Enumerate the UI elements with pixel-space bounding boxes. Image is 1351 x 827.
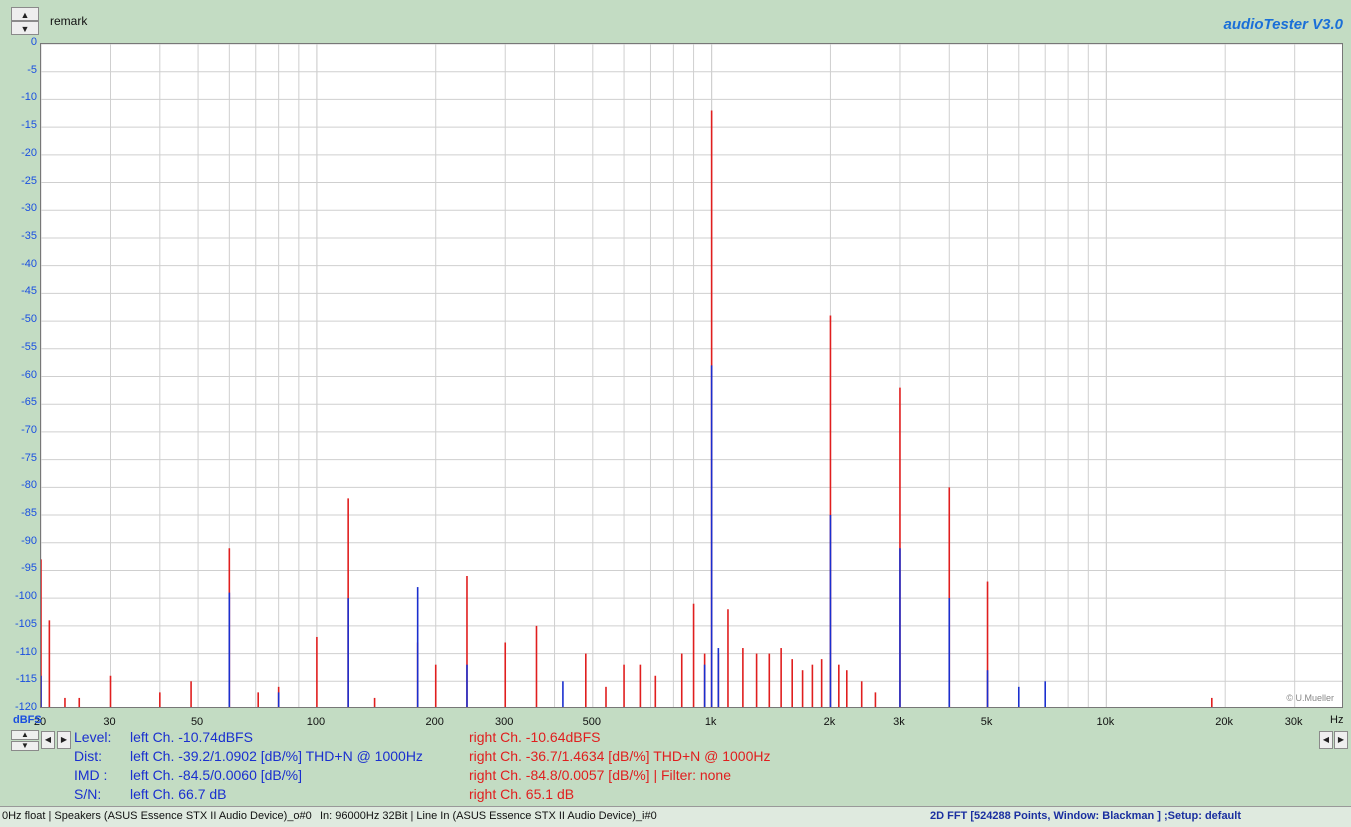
x-tick-label: 50 [190,716,204,728]
info-up-button[interactable]: ▲ [11,730,39,740]
scroll-left-button-right[interactable]: ◀ [1319,731,1333,749]
dist-right-value: right Ch. -36.7/1.4634 [dB/%] THD+N @ 10… [469,748,771,764]
y-tick-label: -20 [21,146,37,159]
copyright-label: © U.Mueller [1286,693,1334,703]
y-tick-label: 0 [30,36,37,48]
scroll-right-button-right[interactable]: ▶ [1334,731,1348,749]
level-right-value: right Ch. -10.64dBFS [469,729,601,745]
remark-label[interactable]: remark [50,14,87,28]
x-tick-label: 20k [1215,716,1234,728]
x-axis-unit: Hz [1330,714,1344,726]
y-tick-label: -115 [15,673,37,686]
y-tick-label: -15 [21,119,37,132]
imd-right-value: right Ch. -84.8/0.0057 [dB/%] | Filter: … [469,767,732,783]
dist-label: Dist: [74,748,102,764]
level-left-value: left Ch. -10.74dBFS [130,729,253,745]
sn-left-value: left Ch. 66.7 dB [130,786,227,802]
x-tick-label: 2k [823,716,836,728]
x-tick-label: 200 [425,716,444,728]
y-tick-label: -35 [21,229,37,242]
y-tick-label: -110 [15,645,37,658]
dist-left-value: left Ch. -39.2/1.0902 [dB/%] THD+N @ 100… [130,748,423,764]
top-bar: ▲ ▼ remark audioTester V3.0 [0,0,1351,40]
fft-plot[interactable]: © U.Mueller [40,43,1343,708]
remark-down-button[interactable]: ▼ [11,21,39,35]
fft-chart-svg [41,44,1342,707]
status-output: 0Hz float | Speakers (ASUS Essence STX I… [2,810,312,822]
x-tick-label: 100 [306,716,326,728]
x-tick-label: 3k [893,716,905,728]
y-tick-label: -10 [21,91,37,104]
scroll-left-button[interactable]: ◀ [41,731,55,749]
level-label: Level: [74,729,112,745]
y-tick-label: -5 [27,63,37,76]
y-tick-label: -45 [21,285,37,298]
imd-left-value: left Ch. -84.5/0.0060 [dB/%] [130,767,302,783]
y-tick-label: -85 [21,507,37,520]
status-fft: 2D FFT [524288 Points, Window: Blackman … [930,810,1241,822]
y-tick-label: -70 [21,423,37,436]
scroll-right-button[interactable]: ▶ [57,731,71,749]
y-tick-label: -120 [14,701,37,713]
y-tick-label: -105 [14,617,37,630]
y-tick-label: -75 [21,451,37,464]
y-tick-label: -80 [21,479,37,492]
y-tick-label: -25 [21,174,37,187]
x-tick-label: 10k [1096,716,1115,728]
y-tick-label: -50 [21,313,37,326]
remark-up-button[interactable]: ▲ [11,7,39,21]
x-tick-label: 300 [495,716,514,728]
y-tick-label: -30 [21,202,37,215]
y-tick-label: -90 [21,534,37,547]
y-tick-label: -95 [21,562,37,575]
info-down-button[interactable]: ▼ [11,741,39,751]
x-tick-label: 1k [704,716,717,728]
y-tick-label: -55 [21,340,37,353]
x-tick-label: 5k [980,716,993,728]
y-tick-label: -60 [21,368,37,381]
y-tick-label: -65 [21,396,37,409]
y-tick-label: -100 [14,590,37,603]
status-input: In: 96000Hz 32Bit | Line In (ASUS Essenc… [320,810,657,822]
sn-label: S/N: [74,786,102,802]
x-tick-label: 30k [1284,716,1303,728]
app-brand: audioTester V3.0 [1223,16,1344,33]
y-axis-unit: dBFS [13,714,42,726]
y-tick-label: -40 [21,257,37,270]
x-tick-label: 500 [582,716,601,728]
sn-right-value: right Ch. 65.1 dB [469,786,575,802]
imd-label: IMD : [74,767,108,783]
x-tick-label: 30 [103,716,116,728]
status-bar: 0Hz float | Speakers (ASUS Essence STX I… [0,806,1351,827]
